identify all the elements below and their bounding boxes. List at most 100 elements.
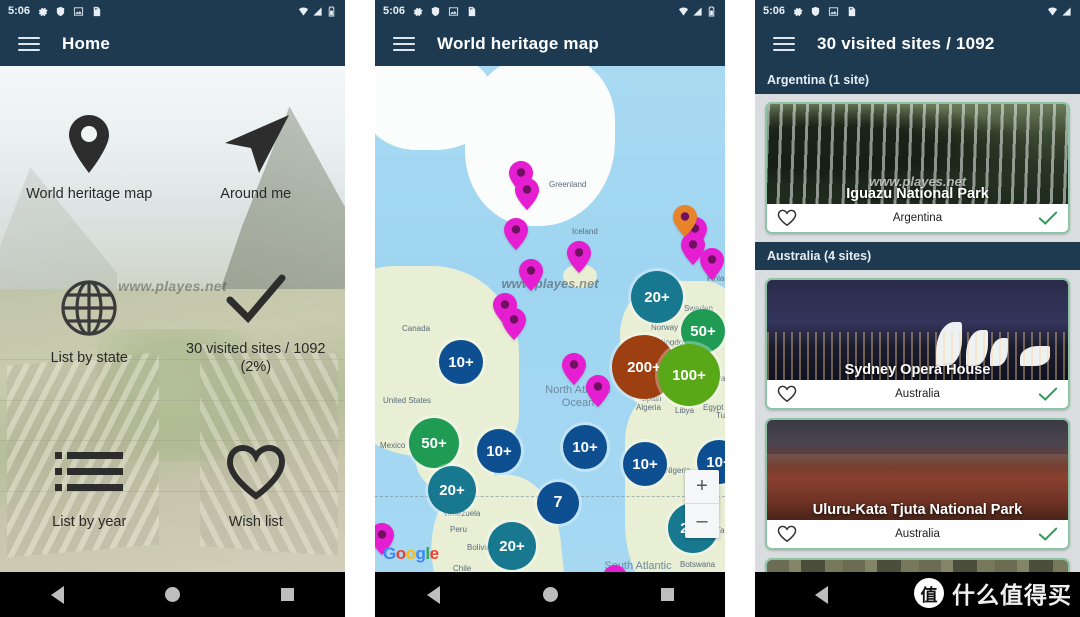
site-card[interactable]: Sydney Opera House Australia (765, 278, 1070, 410)
map-cluster-marker[interactable]: 20+ (631, 271, 683, 323)
map-cluster-marker[interactable]: 10+ (439, 340, 483, 384)
watermark: www.playes.net (868, 174, 967, 189)
tile-visited-sites[interactable]: 30 visited sites / 1092 (2%) (173, 240, 340, 404)
map-place-label: Libya (675, 406, 695, 415)
home-content: www.playes.net World heritage map Around… (0, 66, 345, 572)
map-pin-marker[interactable] (585, 374, 611, 408)
sdcard-icon (848, 6, 856, 16)
tile-list-by-state[interactable]: List by state (6, 240, 173, 404)
zoom-out-button[interactable]: – (685, 504, 719, 538)
map-pin-marker[interactable] (514, 177, 540, 211)
back-triangle-icon[interactable] (50, 585, 64, 604)
shield-icon (811, 6, 820, 16)
hamburger-icon[interactable] (393, 37, 415, 51)
home-menu-grid: World heritage map Around me List by sta… (0, 66, 345, 572)
site-photo: Sydney Opera House (767, 280, 1068, 380)
site-card-footer: Australia (767, 380, 1068, 408)
site-card[interactable]: Iguazu National Park Argentina (765, 102, 1070, 234)
hamburger-icon[interactable] (18, 37, 40, 51)
map-cluster-marker[interactable]: 50+ (409, 418, 459, 468)
watermark: www.playes.net (118, 278, 227, 294)
logo-letter: o (395, 544, 406, 563)
map-cluster-marker[interactable]: 10+ (563, 425, 607, 469)
home-circle-icon[interactable] (164, 587, 180, 602)
status-bar-time: 5:06 (8, 5, 31, 17)
page-title: World heritage map (437, 34, 599, 53)
site-photo (767, 560, 1068, 572)
logo-letter: G (383, 544, 396, 563)
check-icon[interactable] (1037, 523, 1059, 545)
map-place-label: Iceland (572, 227, 598, 236)
map-pin-marker[interactable] (561, 352, 587, 386)
signal-icon (313, 6, 322, 16)
map-zoom-controls[interactable]: + – (685, 470, 719, 538)
tile-list-by-year[interactable]: List by year (6, 404, 173, 568)
map-pin-marker[interactable] (566, 240, 592, 274)
map-pin-marker[interactable] (518, 258, 544, 292)
heart-icon[interactable] (776, 523, 798, 545)
page-title: Home (62, 34, 111, 53)
screenshot-root: 5:06 Home www.playes.net World heritage … (0, 0, 1080, 617)
shield-icon (56, 6, 65, 16)
photo-icon (828, 6, 839, 16)
zoom-in-button[interactable]: + (685, 470, 719, 504)
map-pin-marker[interactable] (501, 307, 527, 341)
list-icon (55, 441, 124, 503)
status-bar-time: 5:06 (383, 5, 406, 17)
wifi-icon (298, 6, 309, 16)
wifi-icon (678, 6, 689, 16)
gear-icon (793, 7, 803, 16)
tile-label: 30 visited sites / 1092 (2%) (186, 340, 326, 375)
hamburger-icon[interactable] (773, 37, 795, 51)
check-icon[interactable] (1037, 207, 1059, 229)
app-bar-home: Home (0, 22, 345, 66)
map-cluster-marker[interactable]: 7 (537, 482, 579, 524)
wifi-icon (1047, 6, 1058, 16)
heart-icon[interactable] (776, 207, 798, 229)
watermark-text: 什么值得买 (952, 582, 1072, 608)
shield-icon (431, 6, 440, 16)
group-header: Argentina (1 site) (755, 66, 1080, 94)
app-bar-visited: 30 visited sites / 1092 (755, 22, 1080, 66)
tile-label: Wish list (228, 513, 283, 530)
check-icon[interactable] (1037, 383, 1059, 405)
tile-label: Around me (220, 185, 292, 202)
map-pin-marker[interactable] (602, 564, 628, 572)
tile-wish-list[interactable]: Wish list (173, 404, 340, 568)
tile-around-me[interactable]: Around me (173, 76, 340, 240)
site-watermark-overlay: 值 什么值得买 (914, 576, 1072, 610)
back-triangle-icon[interactable] (426, 585, 440, 604)
map-pin-marker[interactable] (503, 217, 529, 251)
recents-square-icon[interactable] (281, 588, 295, 601)
site-photo: Uluru-Kata Tjuta National Park (767, 420, 1068, 520)
map-cluster-marker[interactable]: 10+ (623, 442, 667, 486)
map-cluster-marker[interactable]: 20+ (488, 522, 536, 570)
map-cluster-marker[interactable]: 10+ (477, 429, 521, 473)
status-bar-right (678, 5, 717, 17)
status-bar: 5:06 (375, 0, 725, 22)
signal-icon (693, 6, 702, 16)
map-cluster-marker[interactable]: 100+ (658, 344, 720, 406)
back-triangle-icon[interactable] (815, 585, 828, 604)
heart-icon[interactable] (776, 383, 798, 405)
map-place-label: United States (383, 396, 432, 405)
site-country: Australia (895, 528, 940, 540)
map-place-label: Botswana (680, 560, 716, 569)
site-card-footer: Argentina (767, 204, 1068, 232)
map-place-label: Peru (450, 525, 467, 534)
map-pin-marker[interactable] (699, 247, 725, 281)
home-circle-icon[interactable] (542, 587, 558, 602)
google-map-canvas[interactable]: www.playes.net GreenlandIcelandNorwaySwe… (375, 66, 725, 572)
site-card[interactable] (765, 558, 1070, 572)
status-bar: 5:06 (0, 0, 345, 22)
status-bar-right (298, 5, 337, 17)
status-bar: 5:06 (755, 0, 1080, 22)
tile-world-heritage-map[interactable]: World heritage map (6, 76, 173, 240)
status-bar-right (1047, 6, 1072, 17)
site-card[interactable]: Uluru-Kata Tjuta National Park Australia (765, 418, 1070, 550)
recents-square-icon[interactable] (660, 588, 674, 601)
visited-site-list[interactable]: www.playes.net Argentina (1 site) Iguazu … (755, 66, 1080, 572)
app-bar-map: World heritage map (375, 22, 725, 66)
tile-label: List by state (50, 349, 128, 366)
map-cluster-marker[interactable]: 20+ (428, 466, 476, 514)
